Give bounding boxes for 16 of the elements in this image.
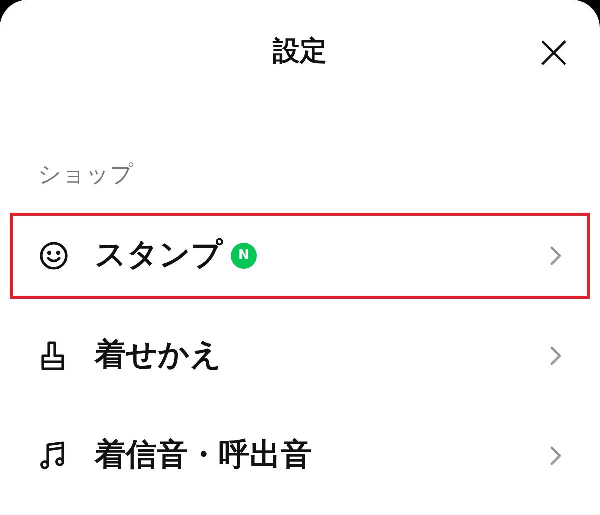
chevron-right-icon xyxy=(549,444,563,466)
close-button[interactable]: × xyxy=(530,28,578,76)
menu-item-label: 着せかえ xyxy=(95,336,222,376)
sheet-title: 設定 xyxy=(273,35,327,70)
brush-icon xyxy=(39,340,67,372)
chevron-right-icon xyxy=(549,244,563,266)
section-heading: ショップ xyxy=(38,162,134,188)
smiley-icon xyxy=(39,240,69,270)
menu-item-label: 着信音・呼出音 xyxy=(95,436,312,476)
chevron-right-icon xyxy=(549,344,563,366)
menu-item[interactable]: スタンプ N xyxy=(10,212,590,298)
menu-item[interactable]: 着せかえ xyxy=(10,312,590,398)
menu-item[interactable]: 着信音・呼出音 xyxy=(10,412,590,498)
new-badge: N xyxy=(231,242,257,268)
music-note-icon xyxy=(39,440,67,472)
menu-item-label: スタンプ xyxy=(95,236,223,276)
